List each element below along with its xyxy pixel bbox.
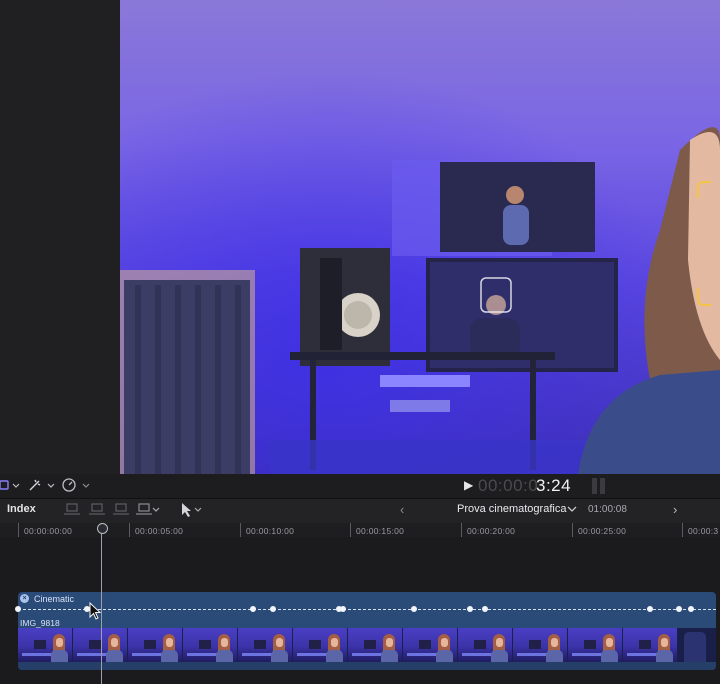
focus-keyframe[interactable]: [688, 606, 694, 612]
viewer[interactable]: [120, 0, 720, 474]
append-icon: [115, 503, 127, 512]
focus-keyframe-line[interactable]: [18, 609, 716, 610]
project-duration: 01:00:08: [588, 504, 627, 515]
clip-thumbnail: [403, 628, 458, 662]
mouse-cursor-icon: [89, 602, 102, 620]
chevron-down-icon[interactable]: [567, 505, 577, 513]
focus-keyframe[interactable]: [467, 606, 473, 612]
ruler-tick: [18, 523, 19, 537]
ruler-label: 00:00:25:00: [578, 526, 627, 536]
ruler-label: 00:00:15:00: [356, 526, 405, 536]
edit-buttons[interactable]: [64, 501, 204, 519]
ruler-label: 00:00:00:00: [24, 526, 73, 536]
project-title[interactable]: Prova cinematografica: [457, 503, 566, 515]
back-arrow-icon[interactable]: ‹: [400, 502, 404, 517]
focus-keyframe[interactable]: [482, 606, 488, 612]
select-tool-icon: [182, 503, 191, 517]
cinematic-label: Cinematic: [34, 594, 75, 604]
focus-keyframe[interactable]: [647, 606, 653, 612]
forward-arrow-icon[interactable]: ›: [673, 502, 677, 517]
magic-wand-icon: [29, 479, 41, 491]
clip-audio-strip: [18, 662, 716, 670]
ruler-label: 00:00:20:00: [467, 526, 516, 536]
focus-keyframe[interactable]: [340, 606, 346, 612]
clip-thumbnail: [293, 628, 348, 662]
timecode-bar: [0, 474, 720, 498]
tools-icons: [0, 478, 90, 492]
clip-thumbnail: [678, 628, 716, 662]
connect-icon: [66, 503, 78, 512]
clip-thumbnail: [183, 628, 238, 662]
playhead-handle[interactable]: [97, 523, 108, 534]
viewer-frame: [120, 0, 720, 474]
clip-thumbnail: [513, 628, 568, 662]
focus-keyframe[interactable]: [676, 606, 682, 612]
clip-thumbnail: [18, 628, 73, 662]
clip-thumbnail: [458, 628, 513, 662]
index-button[interactable]: Index: [7, 503, 36, 515]
clip-thumbnail: [238, 628, 293, 662]
audio-meter-icon: [592, 478, 605, 494]
overwrite-icon: [138, 503, 150, 512]
play-icon[interactable]: ▶: [464, 478, 473, 492]
ruler-label: 00:00:05:00: [135, 526, 184, 536]
focus-keyframe[interactable]: [15, 606, 21, 612]
camera-icon: [0, 480, 9, 490]
focus-keyframe[interactable]: [270, 606, 276, 612]
insert-icon: [91, 503, 103, 512]
clip-filmstrip[interactable]: [18, 628, 716, 662]
clip-thumbnail: [568, 628, 623, 662]
timecode-dim: 00:00:0: [478, 476, 539, 495]
ruler-tick: [682, 523, 683, 537]
clip-thumbnail: [623, 628, 678, 662]
clip-thumbnail: [128, 628, 183, 662]
ruler-label: 00:00:10:00: [246, 526, 295, 536]
clip-name: IMG_9818: [20, 618, 60, 628]
ruler-tick: [461, 523, 462, 537]
timecode-current: 3:24: [536, 476, 572, 495]
focus-keyframe[interactable]: [411, 606, 417, 612]
focus-keyframe[interactable]: [250, 606, 256, 612]
browser-panel: [0, 0, 120, 474]
cinematic-close-icon[interactable]: ×: [20, 594, 29, 603]
clip-thumbnail: [348, 628, 403, 662]
ruler-tick: [129, 523, 130, 537]
ruler-tick: [240, 523, 241, 537]
ruler-tick: [572, 523, 573, 537]
ruler-label: 00:00:3: [688, 526, 719, 536]
ruler-tick: [350, 523, 351, 537]
